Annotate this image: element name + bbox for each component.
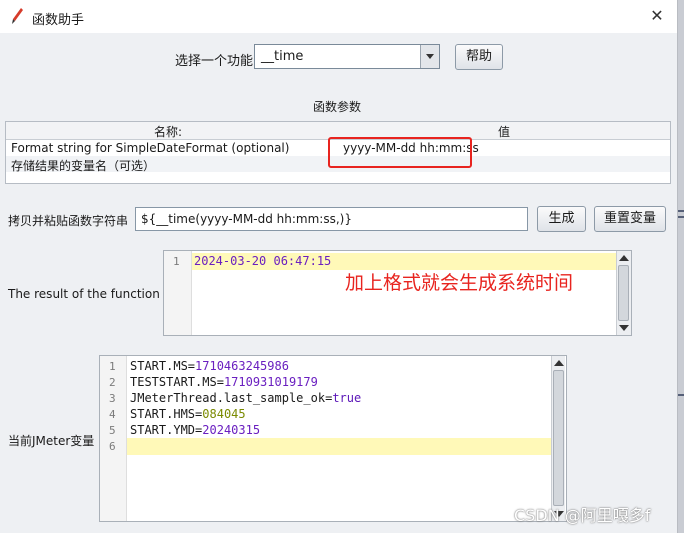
line-number: 4: [109, 408, 116, 421]
background-window: [678, 0, 684, 533]
function-string-label: 拷贝并粘贴函数字符串: [8, 214, 129, 228]
code-line: JMeterThread.last_sample_ok=true: [130, 391, 362, 405]
result-label: The result of the function is: [8, 287, 174, 301]
param-name-cell: Format string for SimpleDateFormat (opti…: [11, 141, 290, 155]
scroll-up-icon[interactable]: [619, 255, 629, 261]
function-select-value: __time: [261, 49, 304, 64]
function-select[interactable]: __time: [254, 44, 440, 69]
params-section-title: 函数参数: [313, 100, 362, 114]
title-bar: 函数助手 ✕: [0, 0, 677, 33]
code-line: START.MS=1710463245986: [130, 359, 289, 373]
feather-icon: [10, 7, 24, 25]
annotation-text: 加上格式就会生成系统时间: [345, 272, 574, 294]
reset-variables-button[interactable]: 重置变量: [594, 206, 666, 232]
scroll-thumb[interactable]: [553, 370, 564, 506]
line-number: 2: [109, 376, 116, 389]
generate-button[interactable]: 生成: [537, 206, 586, 232]
current-line-highlight: [127, 438, 551, 455]
help-button[interactable]: 帮助: [455, 44, 503, 70]
result-value: 2024-03-20 06:47:15: [194, 254, 332, 268]
code-line: START.YMD=20240315: [130, 423, 261, 437]
param-name-cell: 存储结果的变量名（可选）: [11, 159, 156, 173]
function-helper-dialog: 函数助手 ✕ 选择一个功能 __time 帮助 函数参数 名称: 值 Forma…: [0, 0, 678, 533]
scroll-thumb[interactable]: [618, 265, 629, 321]
function-select-label: 选择一个功能: [175, 54, 254, 69]
line-number: 1: [173, 255, 180, 268]
highlight-box: [328, 137, 472, 168]
function-string-input[interactable]: ${__time(yyyy-MM-dd hh:mm:ss,)}: [135, 207, 528, 231]
background-divider: [678, 394, 684, 396]
chevron-down-icon[interactable]: [420, 45, 439, 68]
jmeter-vars-label: 当前JMeter变量: [8, 434, 95, 448]
line-number: 1: [109, 360, 116, 373]
line-number: 3: [109, 392, 116, 405]
line-number-gutter: 1 2 3 4 5 6: [100, 356, 127, 521]
jmeter-vars-text-area[interactable]: 1 2 3 4 5 6 START.MS=1710463245986 TESTS…: [99, 355, 567, 522]
column-header-value: 值: [498, 125, 511, 139]
scroll-up-icon[interactable]: [554, 360, 564, 366]
function-string-value: ${__time(yyyy-MM-dd hh:mm:ss,)}: [141, 212, 352, 226]
close-icon[interactable]: ✕: [645, 5, 669, 27]
code-line: START.HMS=084045: [130, 407, 246, 421]
scroll-down-icon[interactable]: [619, 325, 629, 331]
line-number: 5: [109, 424, 116, 437]
background-divider: [678, 210, 684, 212]
background-divider: [678, 216, 684, 218]
watermark: CSDN @阿里嘎多f: [514, 506, 651, 525]
line-number: 6: [109, 440, 116, 453]
line-number-gutter: 1: [164, 251, 192, 335]
window-title: 函数助手: [32, 13, 85, 28]
scrollbar[interactable]: [616, 251, 631, 335]
code-line: TESTSTART.MS=1710931019179: [130, 375, 318, 389]
scrollbar[interactable]: [551, 356, 565, 521]
column-header-name: 名称:: [154, 125, 183, 139]
